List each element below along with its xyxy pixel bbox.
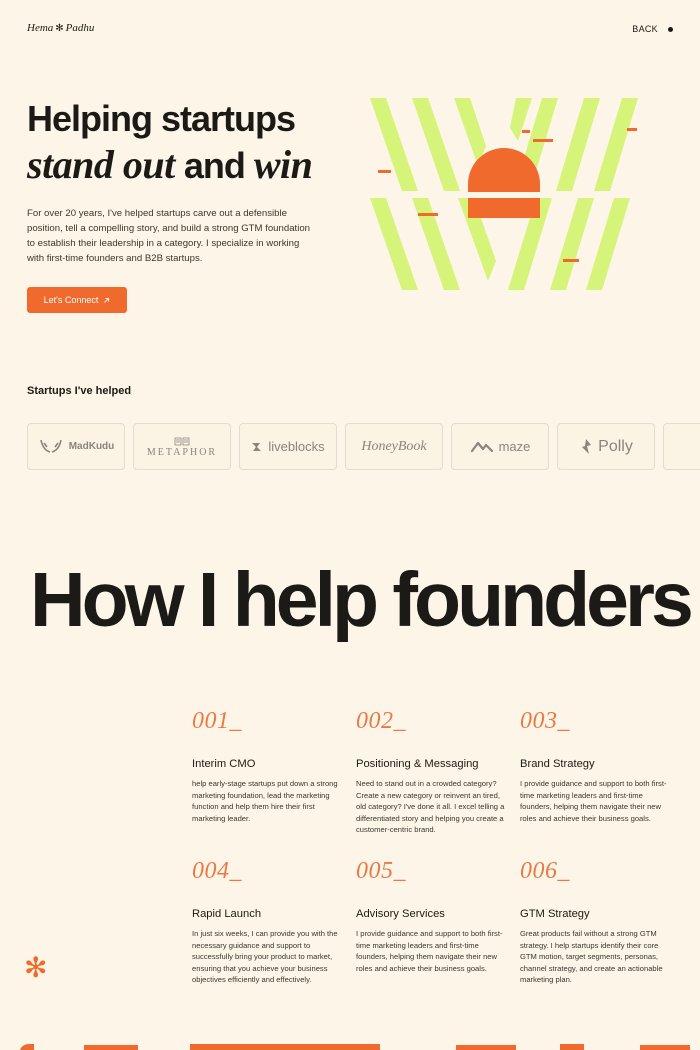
startup-logo-label: HoneyBook bbox=[361, 438, 427, 454]
back-label: BACK bbox=[632, 24, 658, 34]
hero-title-line2: stand out and win bbox=[27, 144, 357, 187]
startup-logo-label: Polly bbox=[598, 437, 633, 455]
lets-connect-button[interactable]: Let's Connect bbox=[27, 287, 127, 313]
lets-connect-label: Let's Connect bbox=[43, 295, 99, 305]
services-heading: How I help founders bbox=[30, 557, 694, 643]
startup-logo-metaphor: METAPHOR bbox=[133, 423, 231, 470]
startup-logo-label: MadKudu bbox=[68, 441, 115, 452]
hero-title-and: and bbox=[183, 145, 246, 186]
service-card: 004_ Rapid Launch In just six weeks, I c… bbox=[192, 858, 344, 986]
service-number: 004_ bbox=[192, 857, 242, 884]
service-title: Advisory Services bbox=[356, 907, 445, 920]
service-title: Brand Strategy bbox=[520, 758, 595, 770]
hero-title-italic-2: win bbox=[253, 142, 313, 187]
service-number: 006_ bbox=[520, 857, 570, 884]
antler-icon bbox=[39, 439, 62, 453]
service-description: help early-stage startups put down a str… bbox=[192, 779, 338, 823]
service-title: Positioning & Messaging bbox=[356, 758, 479, 770]
services-grid: 001_ Interim CMO help early-stage startu… bbox=[192, 708, 682, 986]
service-title: Rapid Launch bbox=[192, 907, 262, 920]
book-icon bbox=[174, 437, 190, 445]
hero-title-italic-1: stand out bbox=[27, 142, 175, 187]
liveblocks-icon bbox=[252, 442, 262, 451]
service-description: In just six weeks, I can provide you wit… bbox=[192, 928, 338, 985]
service-card: 002_ Positioning & Messaging Need to sta… bbox=[356, 708, 508, 836]
startup-logo-partial bbox=[663, 423, 700, 470]
service-description: I provide guidance and support to both f… bbox=[356, 928, 503, 973]
service-description: Need to stand out in a crowded category?… bbox=[356, 779, 505, 835]
startup-logo-madkudu: MadKudu bbox=[27, 423, 125, 470]
service-number: 001_ bbox=[192, 708, 242, 734]
service-description: Great products fail without a strong GTM… bbox=[520, 928, 663, 985]
hero-illustration bbox=[370, 98, 638, 290]
startup-logo-polly: Polly bbox=[557, 423, 655, 470]
service-number: 003_ bbox=[520, 708, 570, 734]
startup-logos-row: MadKudu METAPHOR liveblocks HoneyBook ma… bbox=[27, 423, 700, 471]
hero-title-line1: Helping startups bbox=[27, 98, 296, 139]
service-number: 005_ bbox=[356, 857, 406, 884]
hero-title: Helping startups stand out and win bbox=[27, 98, 357, 187]
service-card: 003_ Brand Strategy I provide guidance a… bbox=[520, 708, 672, 836]
startup-logo-label: METAPHOR bbox=[146, 446, 218, 458]
page: Hema ✻ Padhu BACK Helping startups stand… bbox=[0, 0, 700, 1050]
service-title: GTM Strategy bbox=[520, 907, 590, 920]
logo-first-name: Hema bbox=[27, 22, 54, 34]
hero-description: For over 20 years, I've helped startups … bbox=[27, 208, 310, 264]
back-dot-icon bbox=[668, 26, 673, 32]
service-number: 002_ bbox=[356, 708, 406, 734]
service-card: 005_ Advisory Services I provide guidanc… bbox=[356, 858, 508, 986]
site-logo[interactable]: Hema ✻ Padhu bbox=[27, 22, 94, 34]
service-card: 006_ GTM Strategy Great products fail wi… bbox=[520, 858, 672, 986]
logo-last-name: Padhu bbox=[65, 22, 95, 34]
maze-icon bbox=[470, 441, 493, 452]
asterisk-icon: ✻ bbox=[24, 952, 48, 983]
startup-logo-honeybook: HoneyBook bbox=[345, 423, 443, 470]
service-card: 001_ Interim CMO help early-stage startu… bbox=[192, 708, 344, 836]
startup-logo-label: maze bbox=[498, 439, 531, 454]
service-description: I provide guidance and support to both f… bbox=[520, 779, 667, 823]
arrow-up-right-icon bbox=[104, 297, 110, 303]
startup-logo-maze: maze bbox=[451, 423, 549, 470]
service-title: Interim CMO bbox=[192, 758, 256, 770]
startup-logo-label: liveblocks bbox=[268, 439, 325, 454]
startup-logo-liveblocks: liveblocks bbox=[239, 423, 337, 470]
bottom-decoration bbox=[20, 1044, 690, 1050]
logo-star-icon: ✻ bbox=[55, 22, 64, 34]
back-button[interactable]: BACK bbox=[632, 24, 673, 34]
polly-icon bbox=[582, 438, 592, 454]
startups-title: Startups I've helped bbox=[27, 385, 132, 397]
